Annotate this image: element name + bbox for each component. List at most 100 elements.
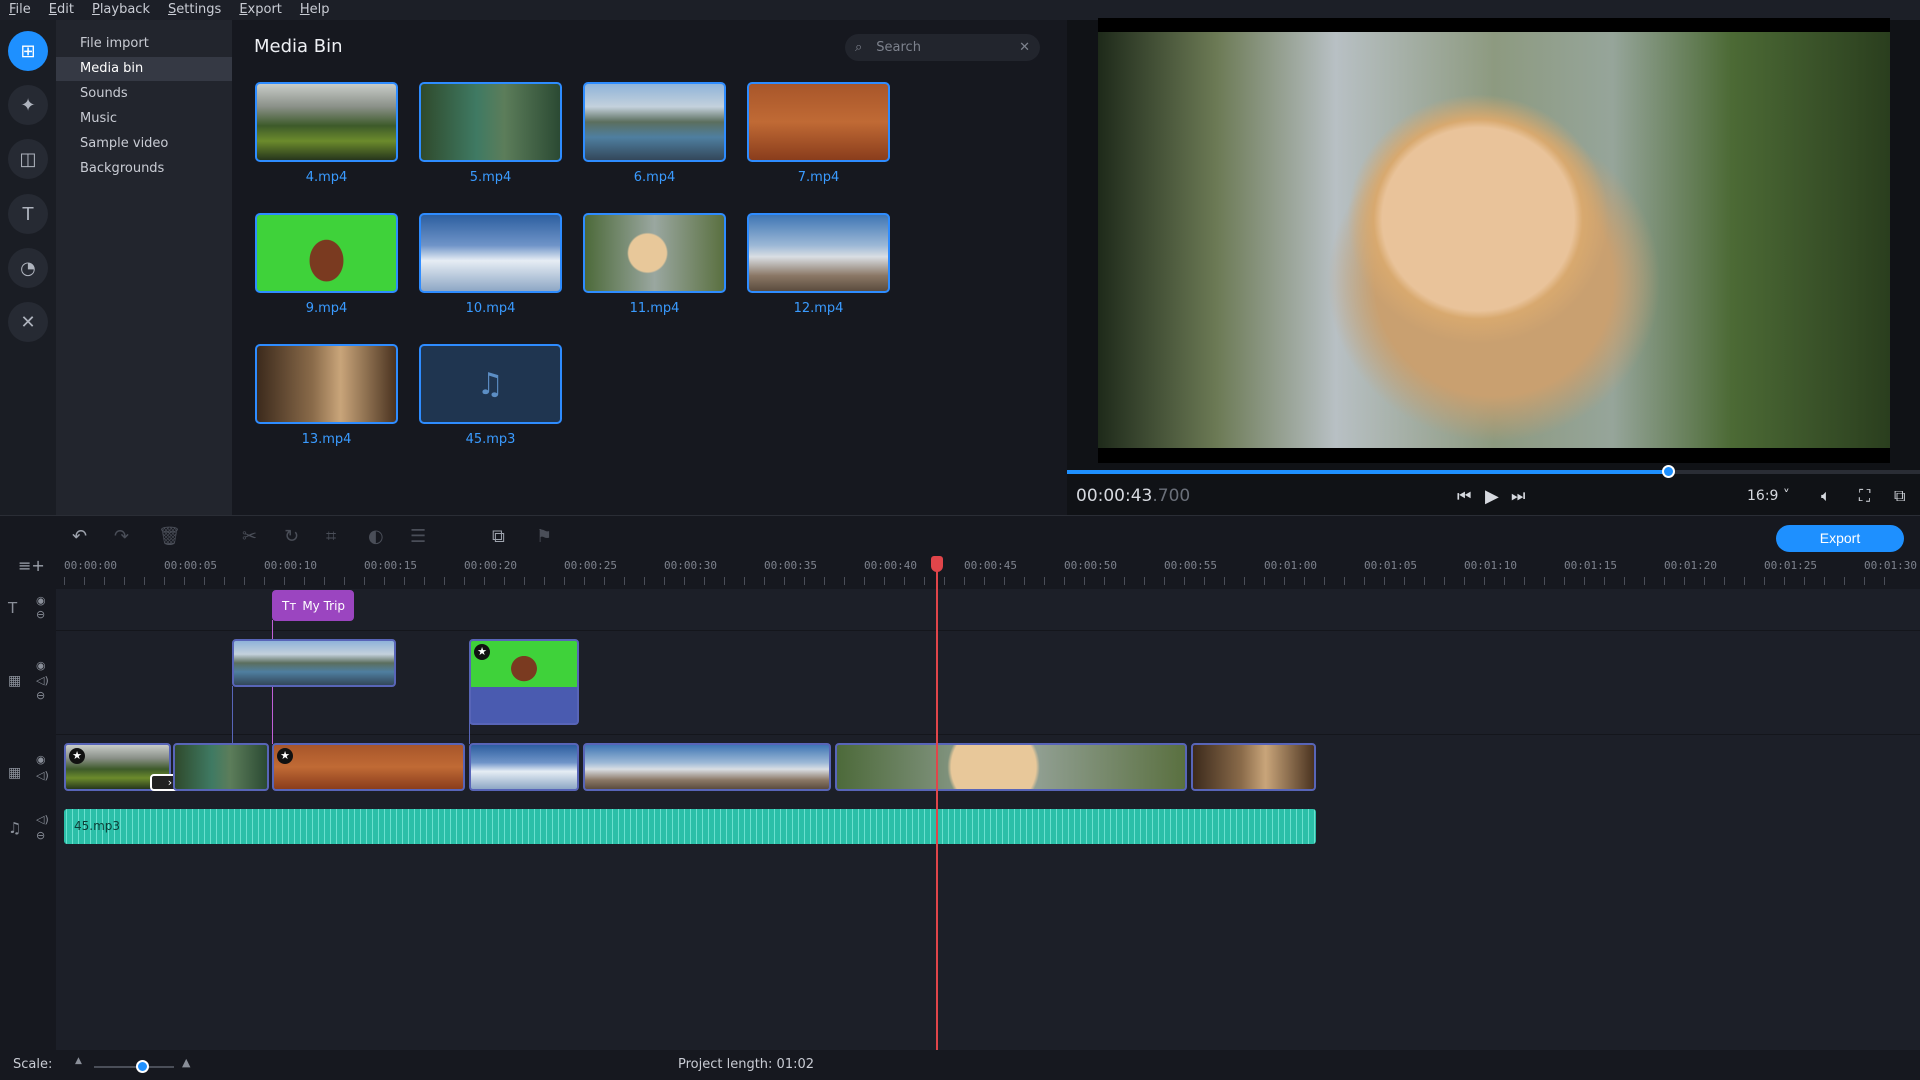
menu-playback[interactable]: Playback — [83, 0, 159, 20]
audio-clip-label: 45.mp3 — [74, 819, 121, 833]
media-label: 5.mp4 — [469, 170, 512, 185]
import-icon[interactable]: ⊞ — [8, 31, 48, 71]
progress-handle[interactable] — [1662, 465, 1676, 478]
media-bin: Media Bin ⌕ Search ✕ 4.mp4 5.mp4 6.mp4 7… — [232, 20, 1067, 515]
ruler-tick — [1364, 577, 1365, 585]
menu-edit[interactable]: Edit — [40, 0, 83, 20]
playhead-handle[interactable] — [931, 556, 943, 572]
media-thumbnail[interactable] — [255, 344, 398, 424]
eye-icon[interactable]: ◉ — [36, 594, 46, 607]
overlay-icon[interactable]: ⧉ — [492, 526, 505, 547]
ruler-tick — [724, 577, 725, 585]
eye-icon[interactable]: ◉ — [36, 659, 46, 672]
media-thumbnail[interactable] — [255, 82, 398, 162]
ruler-tick — [1524, 577, 1525, 585]
magic-wand-icon[interactable]: ✦ — [8, 85, 48, 125]
tools-icon[interactable]: ✕ — [8, 302, 48, 342]
ruler-tick — [704, 577, 705, 585]
detach-icon[interactable]: ⧉ — [1894, 486, 1905, 506]
scale-slider-handle[interactable] — [136, 1060, 149, 1073]
delete-icon[interactable]: 🗑︎ — [158, 526, 181, 547]
marker-flag-icon[interactable]: ⚑ — [536, 526, 552, 547]
search-icon: ⌕ — [855, 40, 863, 55]
ruler-tick — [1184, 577, 1185, 585]
play-icon[interactable]: ▶ — [1485, 486, 1499, 507]
color-adjust-icon[interactable]: ◐ — [368, 526, 384, 547]
category-media-bin[interactable]: Media bin — [56, 57, 232, 81]
overlay-clip[interactable] — [232, 639, 396, 687]
media-thumbnail[interactable] — [583, 82, 726, 162]
aspect-ratio-select[interactable]: 16:9 ˅ — [1747, 488, 1790, 504]
add-track-icon[interactable]: ≡+ — [18, 556, 45, 575]
video-clip[interactable] — [583, 743, 831, 791]
video-clip[interactable] — [1191, 743, 1316, 791]
search-input[interactable]: ⌕ Search ✕ — [845, 34, 1040, 61]
zoom-out-icon[interactable]: ▲ — [75, 1056, 82, 1066]
title-clip[interactable]: Tт My Trip — [272, 590, 354, 621]
audio-clip[interactable]: 45.mp3 — [64, 809, 1316, 844]
menu-file[interactable]: File — [0, 0, 40, 20]
media-label: 11.mp4 — [629, 301, 680, 316]
status-bar: Scale: ▲ ▲ Project length: 01:02 — [0, 1050, 1920, 1080]
export-button[interactable]: Export — [1776, 525, 1904, 552]
category-sounds[interactable]: Sounds — [56, 82, 232, 106]
menu-export[interactable]: Export — [230, 0, 291, 20]
ruler-tick — [324, 577, 325, 585]
previous-icon[interactable]: ⏮ — [1457, 486, 1471, 506]
playhead[interactable] — [936, 556, 938, 1050]
link-icon[interactable]: ⊖ — [36, 608, 45, 621]
crop-icon[interactable]: ⌗ — [326, 526, 336, 547]
link-icon[interactable]: ⊖ — [36, 689, 45, 702]
ruler-tick — [1444, 577, 1445, 585]
category-music[interactable]: Music — [56, 107, 232, 131]
time-ruler[interactable]: 00:00:00 00:00:05 00:00:10 00:00:15 00:00:20… — [56, 553, 1920, 589]
video-preview — [1098, 18, 1890, 463]
category-file-import[interactable]: File import — [56, 32, 232, 56]
rotate-icon[interactable]: ↻ — [284, 526, 299, 547]
media-thumbnail[interactable] — [583, 213, 726, 293]
category-backgrounds[interactable]: Backgrounds — [56, 157, 232, 181]
redo-icon[interactable]: ↷ — [114, 526, 129, 547]
audio-thumbnail[interactable]: ♫ — [419, 344, 562, 424]
ruler-tick — [484, 577, 485, 585]
media-label: 4.mp4 — [305, 170, 348, 185]
video-clip[interactable] — [835, 743, 1187, 791]
ruler-tick — [1224, 577, 1225, 585]
media-thumbnail[interactable] — [747, 82, 890, 162]
cut-icon[interactable]: ✂ — [242, 526, 257, 547]
ruler-tick — [1564, 577, 1565, 585]
menu-settings[interactable]: Settings — [159, 0, 230, 20]
video-clip[interactable]: ★ — [272, 743, 465, 791]
stickers-icon[interactable]: ◔ — [8, 248, 48, 288]
ruler-tick-label: 00:00:20 — [464, 559, 517, 572]
media-thumbnail[interactable] — [747, 213, 890, 293]
menu-help[interactable]: Help — [291, 0, 339, 20]
ruler-tick-label: 00:00:30 — [664, 559, 717, 572]
clear-icon[interactable]: ✕ — [1019, 40, 1030, 55]
video-clip[interactable] — [173, 743, 269, 791]
ruler-tick — [1124, 577, 1125, 585]
media-thumbnail[interactable] — [419, 213, 562, 293]
media-thumbnail[interactable] — [419, 82, 562, 162]
timecode-ms: .700 — [1152, 486, 1191, 506]
volume-icon[interactable]: 🔈︎ — [1821, 486, 1831, 506]
category-sample-video[interactable]: Sample video — [56, 132, 232, 156]
scale-slider[interactable] — [94, 1066, 174, 1068]
undo-icon[interactable]: ↶ — [72, 526, 87, 547]
next-icon[interactable]: ⏭ — [1511, 486, 1525, 506]
media-thumbnail[interactable] — [255, 213, 398, 293]
titles-icon[interactable]: T — [8, 194, 48, 234]
fullscreen-icon[interactable]: ⛶ — [1859, 486, 1870, 506]
playback-progress[interactable] — [1067, 465, 1920, 478]
overlay-clip-greenscreen[interactable]: ★ — [469, 639, 579, 725]
volume-icon[interactable]: ◁) — [36, 769, 49, 782]
transitions-icon[interactable]: ◫ — [8, 139, 48, 179]
zoom-in-icon[interactable]: ▲ — [182, 1056, 190, 1069]
volume-icon[interactable]: ◁) — [36, 674, 49, 687]
video-clip[interactable] — [469, 743, 579, 791]
eye-icon[interactable]: ◉ — [36, 753, 46, 766]
clip-properties-icon[interactable]: ☰ — [410, 526, 426, 547]
ruler-tick — [1204, 577, 1205, 585]
link-icon[interactable]: ⊖ — [36, 829, 45, 842]
volume-icon[interactable]: ◁) — [36, 813, 49, 826]
